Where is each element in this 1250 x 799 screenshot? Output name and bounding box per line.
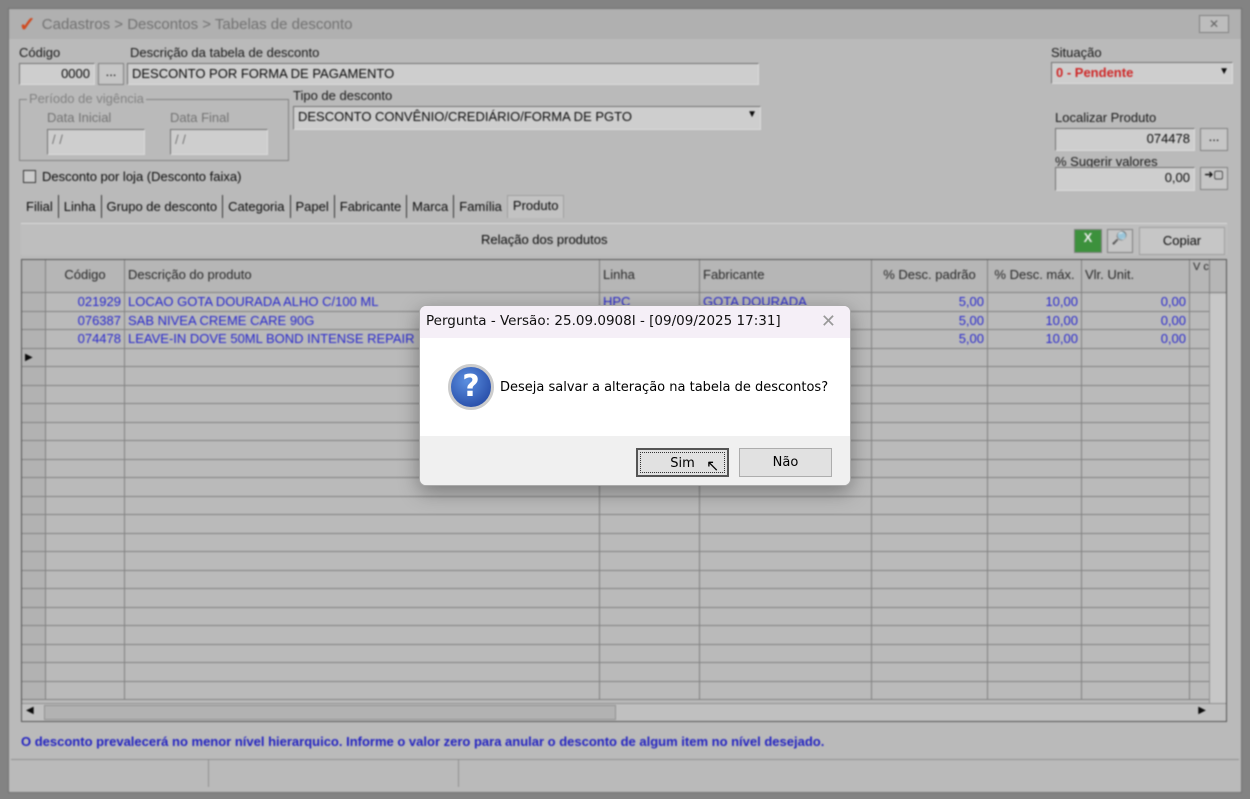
question-icon: ? bbox=[448, 364, 494, 410]
no-button[interactable]: Não bbox=[739, 448, 832, 477]
yes-label: Sim bbox=[670, 456, 695, 471]
mouse-cursor-icon: ↖ bbox=[706, 456, 720, 475]
dialog-message: Deseja salvar a alteração na tabela de d… bbox=[500, 379, 829, 395]
dialog-close-icon[interactable]: ✕ bbox=[821, 311, 836, 332]
confirm-dialog: Pergunta - Versão: 25.09.0908I - [09/09/… bbox=[419, 305, 851, 486]
dialog-title: Pergunta - Versão: 25.09.0908I - [09/09/… bbox=[420, 306, 850, 338]
no-label: Não bbox=[772, 455, 799, 470]
